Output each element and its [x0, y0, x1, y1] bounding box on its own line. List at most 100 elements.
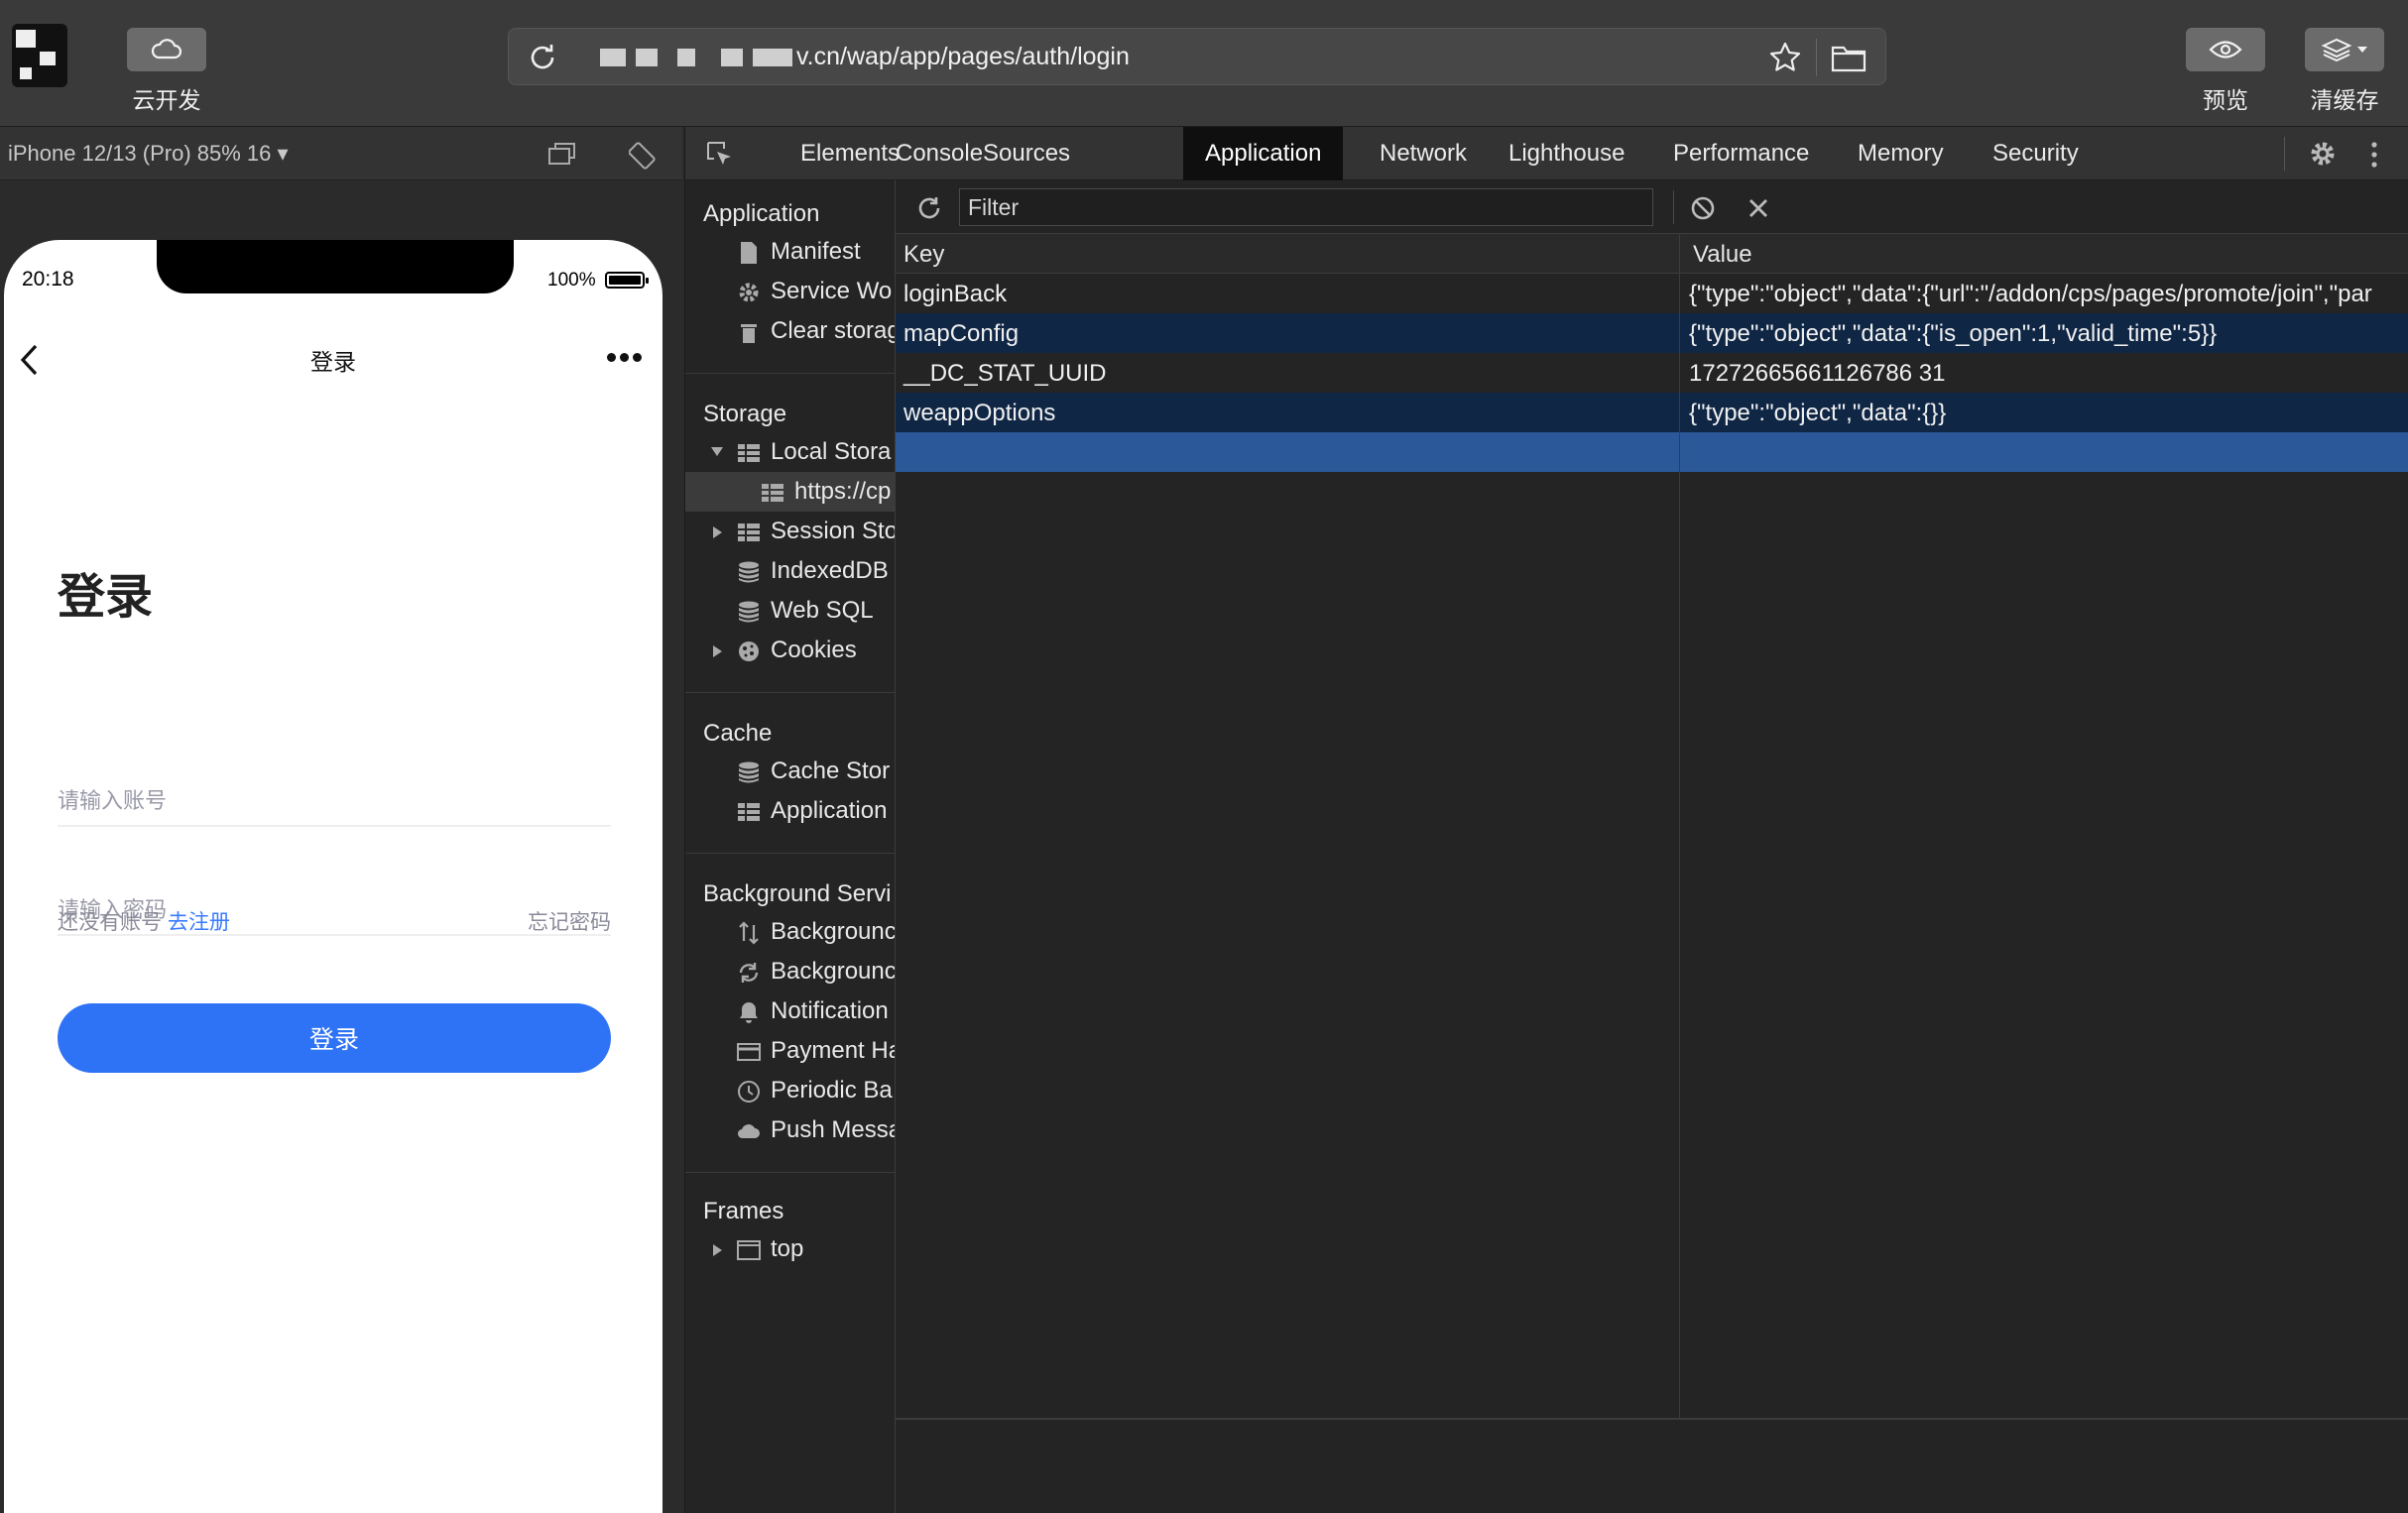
more-icon[interactable] — [607, 353, 642, 362]
table-row[interactable]: __DC_STAT_UUID 17272665661126786 31 — [896, 353, 2408, 393]
phone-notch — [157, 240, 514, 293]
reload-icon[interactable] — [527, 42, 558, 78]
sidebar-item-push-messaging[interactable]: Push Messa — [685, 1110, 895, 1150]
forgot-password-link[interactable]: 忘记密码 — [528, 906, 611, 936]
delete-selected-icon[interactable] — [1745, 194, 1772, 227]
sidebar-item-payment-handler[interactable]: Payment Ha — [685, 1031, 896, 1071]
toolbar-divider — [1673, 190, 1674, 224]
clear-cache-label: 清缓存 — [2310, 87, 2379, 113]
tab-memory[interactable]: Memory — [1850, 127, 1952, 180]
tab-security[interactable]: Security — [1985, 127, 2087, 180]
url-divider — [1816, 39, 1817, 76]
sidebar-item-label: Application — [771, 797, 888, 824]
detach-window-icon[interactable] — [547, 141, 577, 172]
section-divider — [685, 853, 895, 854]
section-divider — [685, 373, 895, 374]
sidebar-item-clear-storage[interactable]: Clear storag — [685, 311, 896, 351]
key-column-header[interactable]: Key — [903, 241, 944, 269]
sidebar-item-frame-top[interactable]: top — [685, 1229, 895, 1269]
refresh-icon[interactable] — [915, 194, 943, 227]
column-divider — [1679, 234, 1680, 1418]
clear-cache-button[interactable]: 清缓存 — [2305, 28, 2384, 115]
cloud-dev-button[interactable]: 云开发 — [127, 28, 206, 115]
preview-button[interactable]: 预览 — [2186, 28, 2265, 115]
status-time: 20:18 — [22, 268, 74, 291]
database-icon — [739, 601, 759, 623]
sidebar-item-background-fetch[interactable]: Backgrounc — [685, 912, 895, 952]
sidebar-item-local-storage-origin[interactable]: https://cp — [685, 472, 895, 512]
sidebar-item-application-cache[interactable]: Application — [685, 791, 895, 831]
inspect-element-icon[interactable] — [705, 140, 735, 175]
sidebar-item-cache-storage[interactable]: Cache Stor — [685, 752, 895, 791]
row-value: {"type":"object","data":{"url":"/addon/c… — [1689, 281, 2372, 307]
account-placeholder: 请输入账号 — [58, 788, 168, 813]
sidebar-item-label: Clear storag — [771, 317, 896, 344]
no-account-text: 还没有账号 — [58, 911, 162, 934]
sync-icon — [739, 963, 759, 983]
sidebar-item-label: Payment Ha — [771, 1037, 896, 1064]
sidebar-item-background-sync[interactable]: Backgrounc — [685, 952, 896, 991]
tab-application[interactable]: Application — [1183, 127, 1344, 180]
star-icon[interactable] — [1768, 41, 1802, 79]
more-options-icon[interactable] — [2369, 141, 2379, 174]
login-button[interactable]: 登录 — [58, 1003, 611, 1073]
collapsed-arrow-icon[interactable] — [713, 645, 722, 657]
expanded-arrow-icon[interactable] — [711, 447, 723, 456]
sidebar-item-service-workers[interactable]: Service Wo — [685, 272, 895, 311]
sidebar-item-manifest[interactable]: Manifest — [685, 232, 895, 272]
sidebar-item-indexeddb[interactable]: IndexedDB — [685, 551, 895, 591]
section-divider — [685, 1172, 895, 1173]
tab-lighthouse[interactable]: Lighthouse — [1501, 127, 1632, 180]
clear-all-icon[interactable] — [1689, 194, 1717, 227]
credit-card-icon — [737, 1043, 761, 1061]
devtools-tab-bar: Elements Console Sources Application Net… — [685, 127, 2408, 180]
tab-sources[interactable]: Sources — [975, 127, 1078, 180]
rotate-icon[interactable] — [628, 141, 659, 175]
sidebar-item-local-storage[interactable]: Local Stora — [685, 432, 895, 472]
value-column-header[interactable]: Value — [1693, 241, 1752, 269]
tab-network[interactable]: Network — [1372, 127, 1475, 180]
row-key: weappOptions — [903, 400, 1056, 426]
gear-icon[interactable] — [2308, 139, 2338, 174]
sidebar-item-session-storage[interactable]: Session Sto — [685, 512, 895, 551]
row-value: {"type":"object","data":{}} — [1689, 400, 1947, 426]
row-value: {"type":"object","data":{"is_open":1,"va… — [1689, 320, 2218, 347]
url-text[interactable]: v.cn/wap/app/pages/auth/login — [600, 43, 1130, 71]
gear-icon — [739, 283, 759, 302]
device-selector[interactable]: iPhone 12/13 (Pro) 85% 16 ▾ — [8, 141, 289, 167]
preview-label: 预览 — [2203, 87, 2248, 113]
tab-divider — [2284, 137, 2285, 171]
table-row[interactable]: mapConfig {"type":"object","data":{"is_o… — [896, 313, 2408, 353]
section-background-services: Background Servi — [703, 880, 892, 907]
sidebar-item-label: Local Stora — [771, 438, 892, 465]
row-key: mapConfig — [903, 320, 1020, 347]
key-value-table: Key Value loginBack {"type":"object","da… — [896, 234, 2408, 1420]
clock-icon — [738, 1081, 760, 1103]
account-field[interactable]: 请输入账号 — [58, 767, 611, 827]
table-icon — [738, 524, 760, 541]
sidebar-item-periodic-background-sync[interactable]: Periodic Ba — [685, 1071, 895, 1110]
sidebar-item-notifications[interactable]: Notification — [685, 991, 895, 1031]
folder-icon[interactable] — [1831, 43, 1866, 77]
table-icon — [738, 803, 760, 821]
sidebar-item-label: Web SQL — [771, 597, 874, 624]
filter-input[interactable] — [959, 188, 1653, 226]
new-entry-row[interactable] — [896, 432, 2408, 472]
sidebar-item-label: Cache Stor — [771, 757, 891, 784]
bell-icon — [740, 1002, 758, 1023]
sidebar-item-label: Backgrounc — [771, 958, 896, 985]
table-row[interactable]: loginBack {"type":"object","data":{"url"… — [896, 274, 2408, 313]
collapsed-arrow-icon[interactable] — [713, 526, 722, 538]
tab-performance[interactable]: Performance — [1665, 127, 1817, 180]
layers-icon — [2305, 28, 2384, 71]
sidebar-item-label: https://cp — [794, 478, 892, 505]
database-icon — [739, 761, 759, 783]
table-row[interactable]: weappOptions {"type":"object","data":{}} — [896, 393, 2408, 432]
sidebar-item-cookies[interactable]: Cookies — [685, 631, 895, 670]
address-bar[interactable]: v.cn/wap/app/pages/auth/login — [508, 28, 1886, 85]
collapsed-arrow-icon[interactable] — [713, 1244, 722, 1256]
register-link[interactable]: 去注册 — [168, 911, 230, 934]
battery-icon — [605, 272, 649, 289]
sidebar-item-web-sql[interactable]: Web SQL — [685, 591, 895, 631]
sidebar-item-label: Notification — [771, 997, 889, 1024]
